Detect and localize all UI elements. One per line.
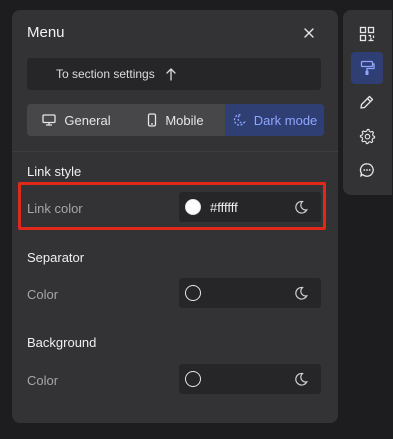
chat-button[interactable] (351, 154, 383, 186)
tab-dark-mode[interactable]: Dark mode (225, 104, 324, 136)
phone-icon (148, 113, 157, 127)
menu-title: Menu (27, 24, 65, 41)
color-swatch[interactable] (185, 371, 201, 387)
tab-dark-mode-label: Dark mode (253, 112, 318, 128)
design-button[interactable] (351, 52, 383, 84)
color-swatch[interactable] (185, 199, 201, 215)
background-color-field[interactable] (179, 364, 321, 394)
edit-button[interactable] (351, 86, 383, 118)
tab-mobile[interactable]: Mobile (126, 104, 225, 136)
color-swatch[interactable] (185, 285, 201, 301)
monitor-icon (42, 114, 57, 126)
qr-code-button[interactable] (351, 18, 383, 50)
moon-icon[interactable] (293, 199, 309, 215)
tab-mobile-label: Mobile (165, 112, 204, 128)
moon-icon[interactable] (293, 371, 309, 387)
link-color-field[interactable]: #ffffff (179, 192, 321, 222)
moon-icon[interactable] (293, 285, 309, 301)
to-section-settings-button[interactable]: To section settings (27, 58, 321, 90)
background-title: Background (27, 335, 97, 350)
tab-general[interactable]: General (27, 104, 126, 136)
divider (12, 151, 338, 152)
gear-icon (359, 128, 375, 144)
link-style-title: Link style (27, 164, 82, 179)
chat-icon (359, 163, 374, 177)
separator-color-label: Color (27, 287, 59, 302)
pencil-icon (360, 95, 374, 109)
mode-tabs: General Mobile Dark mode (27, 104, 324, 136)
menu-panel: Menu To section settings General Mobile (12, 10, 338, 423)
tab-general-label: General (64, 112, 111, 128)
side-toolbar (343, 10, 392, 195)
link-color-value[interactable]: #ffffff (210, 200, 238, 215)
link-color-label: Link color (27, 201, 83, 216)
close-icon (304, 28, 314, 38)
close-button[interactable] (299, 23, 319, 43)
paint-roller-icon (360, 60, 375, 75)
settings-button[interactable] (351, 120, 383, 152)
arrow-up-icon (166, 68, 176, 81)
background-color-label: Color (27, 373, 59, 388)
section-link-label: To section settings (56, 67, 155, 81)
separator-color-field[interactable] (179, 278, 321, 308)
qr-code-icon (359, 26, 375, 42)
dark-mode-icon (233, 114, 246, 126)
separator-title: Separator (27, 250, 85, 265)
